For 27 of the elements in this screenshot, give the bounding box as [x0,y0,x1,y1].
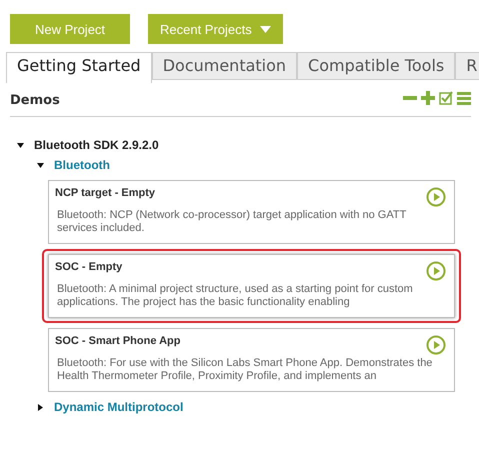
checkbox-icon[interactable] [439,91,453,105]
expand-icon[interactable] [421,91,435,105]
play-icon[interactable] [426,335,446,355]
caret-icon [260,26,271,32]
demo-card[interactable]: SOC - Empty Bluetooth: A minimal project structure, used as a starting point for custom applications. The project has the basic functionality enabling [48,254,455,318]
demo-description: Bluetooth: NCP (Network co-processor) target application with no GATT services included. [56,209,408,235]
tree-item[interactable]: Dynamic Multiprotocol [54,400,184,414]
tab[interactable]: Getting Started [6,52,152,83]
play-icon[interactable] [426,261,446,281]
play-icon[interactable] [426,187,446,207]
demo-description: Bluetooth: For use with the Silicon Labs Smart Phone App. Demonstrates the Health Thermometer Profile, Proximity Profile, and implements an [56,357,434,383]
tree-item[interactable]: Bluetooth [54,158,110,172]
tab[interactable]: R [455,52,479,79]
expanded-arrow-icon[interactable] [37,162,44,168]
tab[interactable]: Compatible Tools [297,52,456,79]
demo-card[interactable]: SOC - Smart Phone App Bluetooth: For use with the Silicon Labs Smart Phone App. Demonstrates the Health Thermometer Profile, Proximity Profile, and implements an [48,328,455,392]
section-title: Demos [10,92,60,108]
tab[interactable]: Documentation [152,52,298,79]
collapsed-arrow-icon[interactable] [37,404,44,410]
expanded-arrow-icon[interactable] [17,142,24,148]
tree-item[interactable]: Bluetooth SDK 2.9.2.0 [34,138,159,152]
demo-description: Bluetooth: A minimal project structure, used as a starting point for custom applications. The project has the basic functionality enabling [56,283,414,309]
demo-card[interactable]: NCP target - Empty Bluetooth: NCP (Network co-processor) target application with no GATT services included. [48,180,455,244]
menu-icon[interactable] [457,91,471,105]
demo-title: NCP target - Empty [55,187,156,199]
demo-title: SOC - Empty [55,261,122,273]
demo-title: SOC - Smart Phone App [55,335,180,347]
